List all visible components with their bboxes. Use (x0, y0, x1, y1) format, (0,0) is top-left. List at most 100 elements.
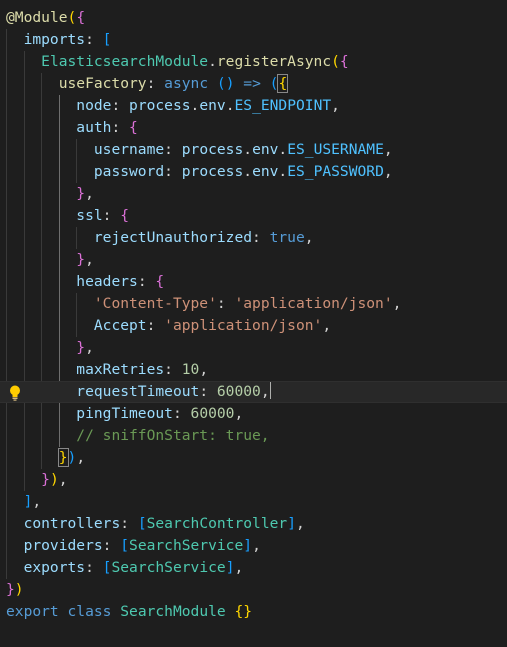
code-token: , (296, 515, 305, 532)
code-token: . (243, 141, 253, 158)
code-text: rejectUnauthorized: true, (6, 227, 314, 249)
code-token: {} (234, 603, 253, 620)
code-token: , (322, 317, 332, 334)
code-token: : (146, 317, 165, 334)
code-token: // sniffOnStart: true, (76, 427, 270, 444)
code-token: , (85, 339, 94, 356)
code-token: imports (23, 31, 86, 48)
code-line[interactable]: username: process.env.ES_USERNAME, (0, 139, 507, 161)
code-line[interactable]: controllers: [SearchController], (0, 513, 507, 535)
code-token: controllers (23, 515, 121, 532)
code-token: ) (49, 471, 59, 488)
code-token: process (129, 97, 191, 114)
code-text: controllers: [SearchController], (6, 513, 305, 535)
code-token: { (339, 53, 349, 70)
code-text: maxRetries: 10, (6, 359, 208, 381)
code-line[interactable]: requestTimeout: 60000, (0, 381, 507, 403)
code-line[interactable]: }, (0, 183, 507, 205)
code-line[interactable]: exports: [SearchService], (0, 557, 507, 579)
code-token: { (129, 119, 138, 136)
code-token: : (172, 405, 191, 422)
code-token: 60000 (216, 383, 261, 400)
code-token: SearchModule (120, 603, 226, 620)
code-line[interactable]: maxRetries: 10, (0, 359, 507, 381)
code-text: Accept: 'application/json', (6, 315, 331, 337)
code-token: : (216, 295, 235, 312)
code-line[interactable]: }), (0, 447, 507, 469)
code-line[interactable]: headers: { (0, 271, 507, 293)
code-line[interactable]: ElasticsearchModule.registerAsync({ (0, 51, 507, 73)
code-line[interactable]: }) (0, 579, 507, 601)
code-token: : (85, 31, 103, 48)
code-token: 'application/json' (234, 295, 393, 312)
code-line[interactable]: ], (0, 491, 507, 513)
code-text: pingTimeout: 60000, (6, 403, 243, 425)
code-line[interactable]: 'Content-Type': 'application/json', (0, 293, 507, 315)
code-line[interactable]: }, (0, 249, 507, 271)
code-token: class (67, 603, 112, 620)
code-line[interactable]: auth: { (0, 117, 507, 139)
code-token: : (146, 75, 165, 92)
code-token: ( (331, 53, 340, 70)
code-token: } (76, 251, 86, 268)
code-line[interactable]: @Module({ (0, 7, 507, 29)
code-line[interactable]: }, (0, 337, 507, 359)
code-token: 60000 (190, 405, 235, 422)
code-line[interactable]: password: process.env.ES_PASSWORD, (0, 161, 507, 183)
code-line[interactable]: Accept: 'application/json', (0, 315, 507, 337)
code-text: @Module({ (6, 7, 85, 29)
code-token: , (304, 229, 314, 246)
code-token: process (181, 141, 244, 158)
code-line[interactable]: providers: [SearchService], (0, 535, 507, 557)
code-token: , (58, 471, 68, 488)
code-token: , (234, 405, 244, 422)
code-line[interactable]: useFactory: async () => ({ (0, 73, 507, 95)
code-token: requestTimeout (76, 383, 200, 400)
lightbulb-icon[interactable] (8, 384, 22, 402)
code-token: . (278, 163, 288, 180)
code-line[interactable]: }), (0, 469, 507, 491)
code-token: ssl (76, 207, 103, 224)
code-token: : (120, 515, 138, 532)
code-token: } (6, 581, 15, 598)
code-token: ) (67, 449, 77, 466)
code-token: : (85, 559, 103, 576)
code-token: { (76, 9, 86, 26)
code-editor[interactable]: @Module({ imports: [ ElasticsearchModule… (0, 0, 507, 647)
code-token: , (392, 295, 402, 312)
code-text: providers: [SearchService], (6, 535, 261, 557)
code-token: [ (120, 537, 130, 554)
code-line[interactable]: rejectUnauthorized: true, (0, 227, 507, 249)
code-token: 'application/json' (164, 317, 323, 334)
code-token: , (199, 361, 209, 378)
code-line[interactable]: pingTimeout: 60000, (0, 403, 507, 425)
code-token: [ (137, 515, 147, 532)
code-line[interactable]: imports: [ (0, 29, 507, 51)
code-token: SearchController (146, 515, 288, 532)
code-text: ], (6, 491, 42, 513)
code-line[interactable]: node: process.env.ES_ENDPOINT, (0, 95, 507, 117)
text-cursor (269, 382, 271, 399)
code-line[interactable]: ssl: { (0, 205, 507, 227)
code-token: } (76, 185, 86, 202)
code-line[interactable]: export class SearchModule {} (0, 601, 507, 623)
code-token: username (93, 141, 165, 158)
code-token: : (164, 361, 182, 378)
code-token: , (32, 493, 42, 510)
code-token: ] (225, 559, 235, 576)
code-text: username: process.env.ES_USERNAME, (6, 139, 393, 161)
code-line[interactable]: // sniffOnStart: true, (0, 425, 507, 447)
code-text: useFactory: async () => ({ (6, 73, 289, 95)
